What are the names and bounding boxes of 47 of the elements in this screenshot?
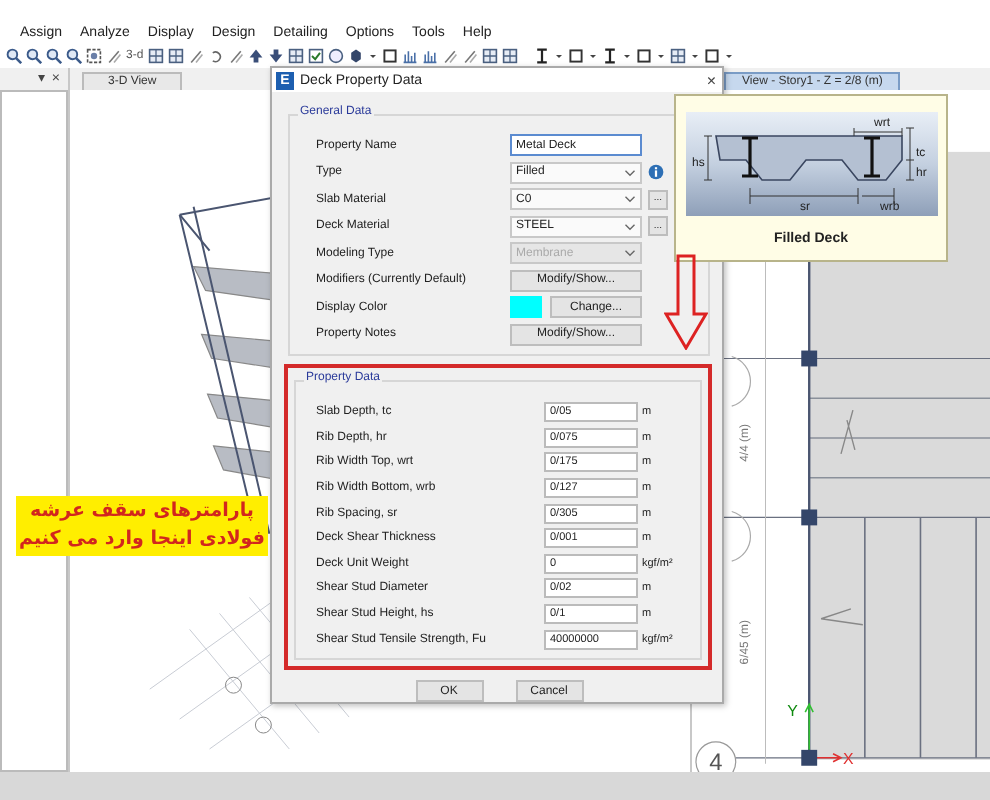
axis-label: Y [787,702,798,721]
caret-icon [624,248,636,259]
chart-icon[interactable] [401,48,418,64]
span-symbol [820,608,864,626]
zoom-icon[interactable] [6,48,22,64]
info-icon[interactable] [648,164,664,181]
grid-label: 4 [709,747,723,772]
grid-bubble [731,355,752,407]
grid-bubble [731,510,752,562]
grid-icon[interactable] [481,48,498,64]
up-arrow-icon[interactable] [247,48,264,64]
chart-icon[interactable] [421,48,438,64]
color-swatch[interactable] [510,296,542,319]
close-button[interactable]: × [706,71,716,90]
grid-icon[interactable] [501,48,518,64]
x-axis-arrow [812,753,843,763]
checkbox-icon[interactable] [307,48,324,64]
grid-icon[interactable] [147,48,164,64]
beam-icon[interactable] [533,48,550,64]
square-icon[interactable] [567,48,584,64]
span-symbol [840,409,856,455]
down-arrow-icon [664,254,708,350]
square-icon[interactable] [381,48,398,64]
zoom-icon[interactable] [66,48,82,64]
undo-icon[interactable] [207,48,224,64]
circle-icon[interactable] [327,48,344,64]
zoom-icon[interactable] [26,48,42,64]
square-icon[interactable] [703,48,720,64]
frame-icon[interactable] [86,48,102,64]
note-text: فولادی اینجا وارد می کنیم [19,526,265,554]
axis-label: X [843,749,854,768]
caret-icon [624,194,636,205]
column-marker [801,350,818,367]
column-marker [801,749,818,766]
grid-icon[interactable] [669,48,686,64]
y-axis-arrow [804,702,814,751]
column-marker [801,509,818,526]
caret-icon [624,167,636,178]
caret-icon [624,221,636,232]
beam-icon[interactable] [601,48,618,64]
note-text: پارامترهای سقف عرشه [30,498,255,526]
grid-icon[interactable] [167,48,184,64]
grid-icon[interactable] [287,48,304,64]
square-icon[interactable] [635,48,652,64]
grid-bubble [695,741,737,772]
down-arrow-icon[interactable] [267,48,284,64]
zoom-icon[interactable] [46,48,62,64]
